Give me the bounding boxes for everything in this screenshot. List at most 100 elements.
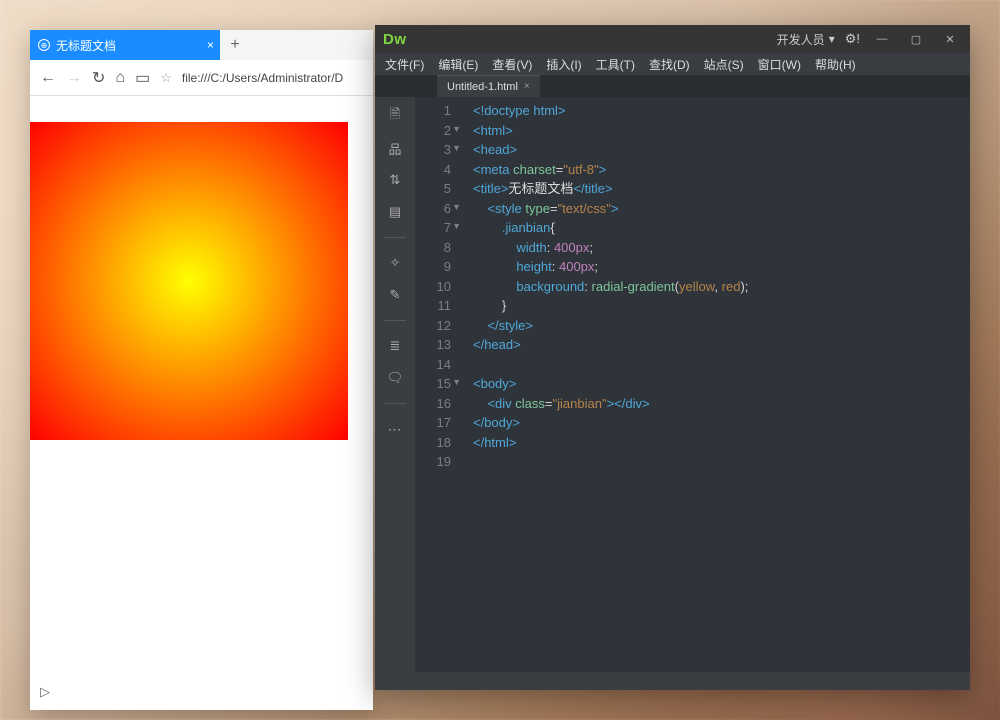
code-line[interactable]: .jianbian{ — [473, 218, 970, 238]
code-line[interactable]: background: radial-gradient(yellow, red)… — [473, 277, 970, 297]
code-line[interactable]: </body> — [473, 413, 970, 433]
workspace-dropdown[interactable]: 开发人员 ▾ — [777, 31, 835, 48]
dw-document-tabs: Untitled-1.html × — [375, 75, 970, 97]
code-line[interactable] — [473, 452, 970, 472]
code-editor[interactable]: 12▼3▼456▼7▼89101112131415▼16171819 <!doc… — [415, 97, 970, 672]
comment-icon[interactable]: 🗨 — [386, 369, 404, 387]
fold-icon[interactable]: ▼ — [452, 123, 461, 137]
adjust-icon[interactable]: ⇅ — [386, 171, 404, 189]
page-icon[interactable]: ▤ — [386, 203, 404, 221]
menu-item[interactable]: 窗口(W) — [758, 56, 801, 73]
browser-window: ⊕ 无标题文档 × + ← → ↻ ⌂ ▭ ☆ file:///C:/Users… — [30, 30, 373, 710]
line-number: 6▼ — [415, 199, 451, 219]
code-line[interactable]: <head> — [473, 140, 970, 160]
line-number: 12 — [415, 316, 451, 336]
line-number: 14 — [415, 355, 451, 375]
code-line[interactable]: </head> — [473, 335, 970, 355]
new-tab-button[interactable]: + — [220, 30, 250, 60]
document-tab-label: Untitled-1.html — [447, 81, 518, 93]
separator — [384, 403, 406, 404]
address-bar[interactable]: file:///C:/Users/Administrator/D — [182, 71, 363, 85]
wand-icon[interactable]: ✧ — [386, 254, 404, 272]
code-line[interactable]: width: 400px; — [473, 238, 970, 258]
dw-statusbar — [375, 672, 970, 690]
menu-item[interactable]: 文件(F) — [385, 56, 424, 73]
code-line[interactable]: <meta charset="utf-8"> — [473, 160, 970, 180]
fold-icon[interactable]: ▼ — [452, 142, 461, 156]
stack-icon[interactable]: ≣ — [386, 337, 404, 355]
code-line[interactable]: height: 400px; — [473, 257, 970, 277]
separator — [384, 237, 406, 238]
line-number: 1 — [415, 101, 451, 121]
page-icon: ⊕ — [38, 39, 50, 51]
menu-item[interactable]: 帮助(H) — [815, 56, 856, 73]
line-number: 19 — [415, 452, 451, 472]
dreamweaver-window: Dw 开发人员 ▾ ⚙! — ▢ ✕ 文件(F) 编辑(E) 查看(V) 插入(I) 工… — [375, 25, 970, 690]
minimize-button[interactable]: — — [870, 33, 894, 45]
menu-item[interactable]: 站点(S) — [704, 56, 744, 73]
close-icon[interactable]: × — [207, 38, 214, 52]
line-number: 5 — [415, 179, 451, 199]
hierarchy-icon[interactable]: 品 — [386, 139, 404, 157]
file-icon[interactable]: 🗎 — [386, 107, 404, 125]
browser-tab-active[interactable]: ⊕ 无标题文档 × — [30, 30, 220, 60]
star-icon[interactable]: ☆ — [160, 70, 172, 86]
line-number: 11 — [415, 296, 451, 316]
browser-foot-glyph[interactable]: ▷ — [40, 684, 50, 700]
close-icon[interactable]: × — [524, 81, 530, 92]
document-tab[interactable]: Untitled-1.html × — [437, 75, 540, 97]
code-line[interactable]: <style type="text/css"> — [473, 199, 970, 219]
reload-button[interactable]: ↻ — [92, 68, 105, 88]
dw-menubar: 文件(F) 编辑(E) 查看(V) 插入(I) 工具(T) 查找(D) 站点(S) 窗口(W)… — [375, 53, 970, 75]
browser-tabstrip: ⊕ 无标题文档 × + — [30, 30, 373, 60]
line-number: 3▼ — [415, 140, 451, 160]
line-number: 13 — [415, 335, 451, 355]
close-button[interactable]: ✕ — [938, 33, 962, 46]
restore-button[interactable]: ▢ — [904, 33, 928, 46]
fold-icon[interactable]: ▼ — [452, 220, 461, 234]
code-line[interactable]: </style> — [473, 316, 970, 336]
line-number: 15▼ — [415, 374, 451, 394]
browser-toolbar: ← → ↻ ⌂ ▭ ☆ file:///C:/Users/Administrat… — [30, 60, 373, 96]
back-button[interactable]: ← — [40, 69, 56, 87]
fold-icon[interactable]: ▼ — [452, 201, 461, 215]
menu-item[interactable]: 查看(V) — [492, 56, 532, 73]
dw-logo: Dw — [383, 31, 407, 48]
code-line[interactable]: <div class="jianbian"></div> — [473, 394, 970, 414]
code-area[interactable]: <!doctype html><html><head><meta charset… — [459, 97, 970, 672]
dw-side-toolbar: 🗎 品 ⇅ ▤ ✧ ✎ ≣ 🗨 ⋯ — [375, 97, 415, 672]
fold-icon[interactable]: ▼ — [452, 376, 461, 390]
browser-viewport: ▷ — [30, 96, 373, 710]
line-number: 7▼ — [415, 218, 451, 238]
line-number: 18 — [415, 433, 451, 453]
tab-title: 无标题文档 — [56, 37, 116, 54]
code-line[interactable]: </html> — [473, 433, 970, 453]
dw-body: 🗎 品 ⇅ ▤ ✧ ✎ ≣ 🗨 ⋯ 12▼3▼456▼7▼89101112131… — [375, 97, 970, 672]
gear-icon[interactable]: ⚙! — [845, 31, 860, 47]
dw-titlebar: Dw 开发人员 ▾ ⚙! — ▢ ✕ — [375, 25, 970, 53]
menu-item[interactable]: 插入(I) — [546, 56, 581, 73]
code-line[interactable] — [473, 355, 970, 375]
code-line[interactable]: <body> — [473, 374, 970, 394]
menu-item[interactable]: 编辑(E) — [438, 56, 478, 73]
path-icon[interactable]: ✎ — [386, 286, 404, 304]
code-line[interactable]: <html> — [473, 121, 970, 141]
reader-icon[interactable]: ▭ — [135, 68, 150, 88]
separator — [384, 320, 406, 321]
line-number: 16 — [415, 394, 451, 414]
more-icon[interactable]: ⋯ — [386, 420, 404, 438]
line-number: 4 — [415, 160, 451, 180]
gradient-box — [30, 122, 348, 440]
line-number: 10 — [415, 277, 451, 297]
forward-button[interactable]: → — [66, 69, 82, 87]
menu-item[interactable]: 工具(T) — [596, 56, 635, 73]
home-button[interactable]: ⌂ — [115, 69, 125, 87]
line-number: 2▼ — [415, 121, 451, 141]
code-line[interactable]: } — [473, 296, 970, 316]
chevron-down-icon: ▾ — [829, 32, 835, 46]
workspace-label: 开发人员 — [777, 31, 825, 48]
code-line[interactable]: <!doctype html> — [473, 101, 970, 121]
code-line[interactable]: <title>无标题文档</title> — [473, 179, 970, 199]
line-number: 17 — [415, 413, 451, 433]
menu-item[interactable]: 查找(D) — [649, 56, 690, 73]
